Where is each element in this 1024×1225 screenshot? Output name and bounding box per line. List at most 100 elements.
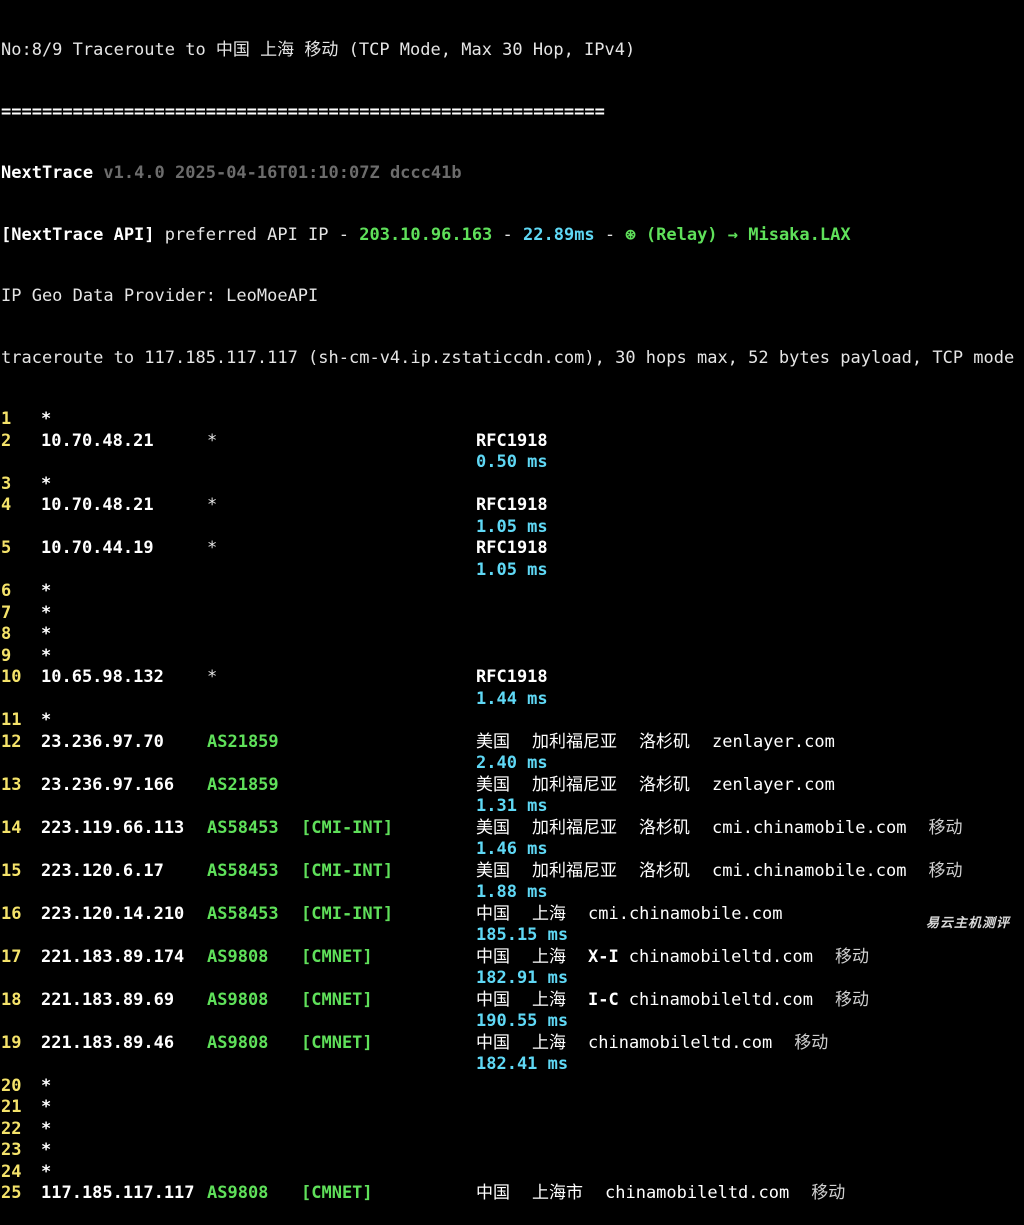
geo-province: 加利福尼亚 [532, 731, 617, 752]
relay-icon: ⊛ [625, 224, 636, 245]
hop-number: 14 [1, 817, 22, 838]
traceroute-command-line: traceroute to 117.185.117.117 (sh-cm-v4.… [1, 347, 1015, 368]
hop-ip: * [41, 1075, 52, 1096]
hop-number: 17 [1, 946, 22, 967]
hop-number: 25 [1, 1183, 22, 1203]
api-line: [NextTrace API] preferred API IP - 203.1… [0, 225, 1024, 247]
hop-rtt: 182.91 ms [476, 968, 569, 988]
hop-geo: 中国 上海 I-C chinamobileltd.com 移动 [476, 990, 891, 1012]
hop-row: 17 221.183.89.174 AS9808 [CMNET] 中国 上海 X-I chin… [0, 947, 1024, 969]
hop-number: 13 [1, 774, 22, 795]
hop-ip: 221.183.89.174 [41, 946, 185, 967]
hop-row: 20 * [0, 1076, 1024, 1098]
hop-asn: AS58453 [207, 860, 279, 881]
hop-row: 21 * [0, 1097, 1024, 1119]
hop-row: 6 * [0, 581, 1024, 603]
hop-row: 11 * [0, 710, 1024, 732]
hop-rtt: 2.40 ms [476, 753, 548, 773]
hop-tag: [CMNET] [301, 1032, 373, 1053]
api-ip: 203.10.96.163 [359, 224, 493, 245]
hop-asn: AS9808 [207, 989, 269, 1010]
geo-city: I-C [588, 989, 619, 1010]
hop-row: 4 10.70.48.21 * RFC1918 [0, 495, 1024, 517]
hop-rtt: 1.05 ms [476, 559, 548, 580]
hop-asn: AS9808 [207, 1183, 269, 1203]
hop-ip: 10.65.98.132 [41, 667, 164, 687]
geo-isp: 移动 [928, 860, 963, 881]
hop-row: 16 223.120.14.210 AS58453 [CMI-INT] 中国 上海 cmi.… [0, 904, 1024, 926]
hop-rtt-row: 182.41 ms [0, 1054, 1024, 1076]
geo-city: 洛杉矶 [639, 774, 690, 795]
hop-ip: * [41, 645, 52, 666]
geo-city: 洛杉矶 [639, 817, 690, 838]
hop-number: 20 [1, 1075, 22, 1096]
geo-rfc: RFC1918 [476, 538, 548, 558]
hop-number: 5 [1, 538, 12, 558]
geo-country: 中国 [476, 903, 510, 924]
hop-asn: AS58453 [207, 817, 279, 838]
hop-ip: * [41, 1097, 52, 1117]
geo-isp: 移动 [811, 1183, 846, 1203]
hop-row: 15 223.120.6.17 AS58453 [CMI-INT] 美国 加利福尼亚 洛杉矶… [0, 861, 1024, 883]
hop-ip: * [41, 624, 52, 644]
api-label: [NextTrace API] [1, 224, 155, 245]
hop-number: 1 [1, 409, 12, 429]
hop-geo: 中国 上海市 chinamobileltd.com 移动 [476, 1183, 867, 1205]
hop-number: 4 [1, 495, 12, 515]
hop-ip: 23.236.97.166 [41, 774, 175, 795]
hop-ip: 10.70.48.21 [41, 430, 154, 451]
hop-geo: 中国 上海 X-I chinamobileltd.com 移动 [476, 947, 891, 969]
hop-rtt-row: 185.15 ms [0, 925, 1024, 947]
hop-row: 3 * [0, 474, 1024, 496]
hop-ip: * [41, 1161, 52, 1182]
hop-ip: * [41, 473, 52, 494]
hop-asn: * [207, 495, 218, 515]
hop-geo: RFC1918 [476, 538, 548, 560]
hop-tag: [CMNET] [301, 989, 373, 1010]
hop-rtt: 190.55 ms [476, 1011, 569, 1031]
hop-rtt-row: 1.05 ms [0, 517, 1024, 539]
geo-isp: 移动 [834, 989, 869, 1010]
hop-rtt-row: 1.31 ms [0, 796, 1024, 818]
nexttrace-version-line: NextTrace v1.4.0 2025-04-16T01:10:07Z dc… [0, 163, 1024, 185]
hop-rtt: 185.15 ms [476, 925, 569, 945]
hop-row: 24 * [0, 1162, 1024, 1184]
api-latency: 22.89ms [523, 224, 595, 245]
hop-number: 12 [1, 731, 22, 752]
hop-rtt-row: 190.55 ms [0, 1011, 1024, 1033]
hop-rtt-row: 2.40 ms [0, 753, 1024, 775]
hop-row: 14 223.119.66.113 AS58453 [CMI-INT] 美国 加利福尼亚 洛… [0, 818, 1024, 840]
hop-ip: * [41, 1140, 52, 1160]
hop-list: 1 * 2 10.70.48.21 * RFC1918 0.50 ms 3 * 4 10.70.48… [0, 409, 1024, 1205]
geo-host: chinamobileltd.com [628, 989, 813, 1010]
hop-row: 7 * [0, 603, 1024, 625]
hop-asn: AS9808 [207, 946, 269, 967]
geo-country: 美国 [476, 817, 510, 838]
hop-rtt: 1.46 ms [476, 839, 548, 859]
hop-rtt: 1.31 ms [476, 796, 548, 816]
hop-rtt-row: 0.50 ms [0, 452, 1024, 474]
geo-province: 上海 [532, 989, 566, 1010]
hop-row: 5 10.70.44.19 * RFC1918 [0, 538, 1024, 560]
hop-asn: AS58453 [207, 903, 279, 924]
geo-provider-line: IP Geo Data Provider: LeoMoeAPI [1, 286, 319, 306]
hop-tag: [CMI-INT] [301, 860, 394, 881]
hop-ip: * [41, 409, 52, 429]
hop-ip: 23.236.97.70 [41, 731, 164, 752]
geo-city: X-I [588, 946, 619, 967]
geo-province: 上海市 [532, 1183, 583, 1203]
hop-rtt: 1.05 ms [476, 516, 548, 537]
hop-ip: 117.185.117.117 [41, 1183, 195, 1203]
geo-host: cmi.chinamobile.com [588, 903, 783, 924]
hop-geo: 中国 上海 chinamobileltd.com 移动 [476, 1033, 850, 1055]
geo-province: 上海 [532, 946, 566, 967]
hop-number: 9 [1, 645, 12, 666]
hop-tag: [CMNET] [301, 946, 373, 967]
hop-geo: 中国 上海 cmi.chinamobile.com [476, 904, 804, 926]
hop-rtt-row: 1.05 ms [0, 560, 1024, 582]
geo-province: 上海 [532, 1032, 566, 1053]
hop-tag: [CMNET] [301, 1183, 373, 1203]
hop-ip: 223.120.14.210 [41, 903, 185, 924]
hop-row: 10 10.65.98.132 * RFC1918 [0, 667, 1024, 689]
geo-host: chinamobileltd.com [588, 1032, 773, 1053]
